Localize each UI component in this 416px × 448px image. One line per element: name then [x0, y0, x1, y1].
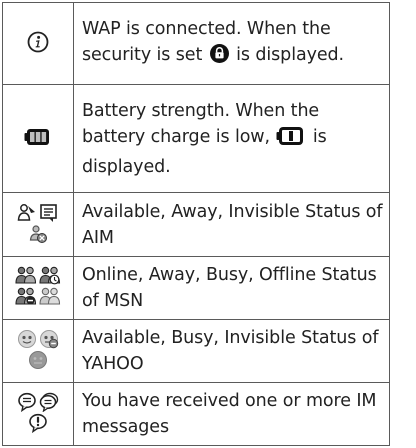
msn-busy-icon	[15, 287, 37, 307]
table-row: You have received one or more IM message…	[2, 382, 390, 446]
yahoo-busy-icon	[39, 329, 59, 349]
msn-online-icon	[15, 266, 37, 286]
description-cell: WAP is connected. When the security is s…	[73, 2, 390, 85]
icon-cell	[2, 2, 74, 85]
description-text: You have received one or more IM message…	[82, 391, 377, 437]
aim-available-icon	[17, 203, 37, 223]
table-row: Online, Away, Busy, Offline Status of MS…	[2, 256, 390, 320]
table-row: WAP is connected. When the security is s…	[2, 2, 390, 85]
description-text: Available, Busy, Invisible Status of YAH…	[82, 328, 379, 374]
description-cell: Battery strength. When the battery charg…	[73, 84, 390, 193]
description-cell: Available, Away, Invisible Status of AIM	[73, 192, 390, 257]
im-message-icon	[17, 392, 37, 413]
aim-away-icon	[39, 203, 59, 223]
description-text: Available, Away, Invisible Status of AIM	[82, 201, 383, 248]
yahoo-invisible-icon	[28, 350, 48, 370]
icon-cell	[2, 192, 74, 257]
description-cell: Online, Away, Busy, Offline Status of MS…	[73, 256, 390, 320]
table-row: Available, Away, Invisible Status of AIM	[2, 192, 390, 257]
aim-invisible-icon	[28, 224, 48, 244]
battery-full-icon	[24, 128, 52, 150]
icon-cell	[2, 256, 74, 320]
im-message-alert-icon	[28, 413, 48, 434]
description-cell: Available, Busy, Invisible Status of YAH…	[73, 319, 390, 383]
description-cell: You have received one or more IM message…	[73, 382, 390, 446]
battery-low-icon	[276, 126, 306, 154]
icon-cell	[2, 319, 74, 383]
icon-cell	[2, 84, 74, 193]
wap-info-icon	[27, 31, 49, 57]
status-icon-table: WAP is connected. When the security is s…	[2, 2, 390, 446]
im-messages-icon	[39, 392, 59, 413]
lock-icon	[209, 43, 230, 72]
description-text: is displayed.	[230, 44, 344, 65]
yahoo-available-icon	[17, 329, 37, 349]
msn-offline-icon	[39, 287, 61, 307]
icon-cell	[2, 382, 74, 446]
table-row: Available, Busy, Invisible Status of YAH…	[2, 319, 390, 383]
msn-away-icon	[39, 266, 61, 286]
table-row: Battery strength. When the battery charg…	[2, 84, 390, 193]
description-text: Online, Away, Busy, Offline Status of MS…	[82, 265, 377, 311]
